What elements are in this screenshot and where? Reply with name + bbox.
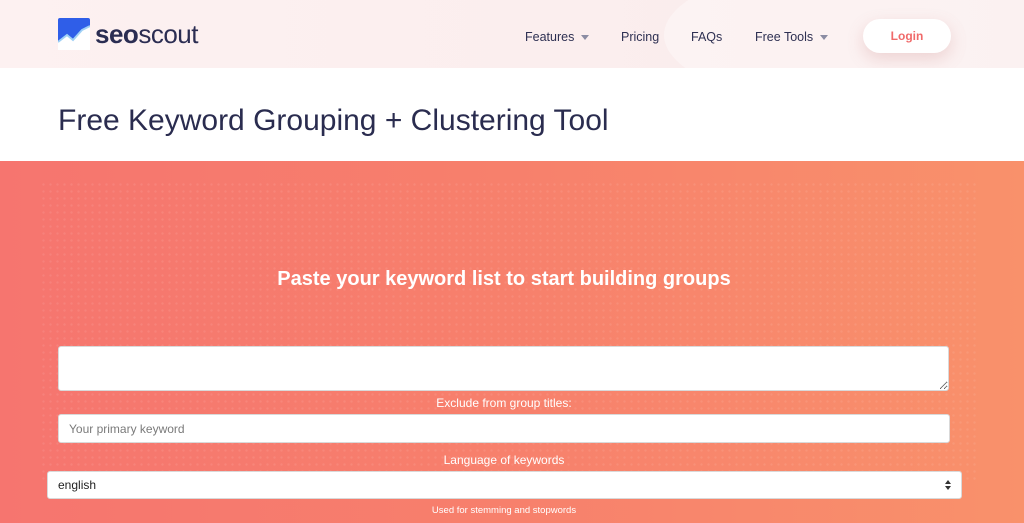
nav-features[interactable]: Features — [525, 30, 590, 44]
brand-name-light: scout — [138, 19, 198, 49]
language-selected-value: english — [58, 478, 97, 492]
hero-heading: Paste your keyword list to start buildin… — [277, 268, 731, 290]
site-header: seoscout Features Pricing FAQs Free Tool… — [0, 0, 1024, 68]
hero-section — [0, 161, 1024, 523]
select-arrows-icon — [945, 480, 951, 490]
language-help-text: Used for stemming and stopwords — [431, 505, 577, 516]
chevron-down-icon — [820, 34, 829, 40]
brand-wordmark: seoscout — [95, 18, 198, 50]
nav-pricing-label: Pricing — [621, 30, 660, 44]
nav-faqs[interactable]: FAQs — [691, 30, 722, 44]
logo-chart-icon — [58, 18, 90, 50]
login-button[interactable]: Login — [863, 19, 951, 53]
language-select[interactable]: english — [47, 471, 962, 499]
keyword-list-textarea[interactable] — [58, 346, 949, 391]
nav-free-tools-label: Free Tools — [755, 30, 814, 44]
brand-logo[interactable]: seoscout — [58, 18, 198, 50]
chevron-down-icon — [581, 34, 590, 40]
primary-keyword-input[interactable] — [58, 414, 950, 443]
nav-features-label: Features — [525, 30, 575, 44]
nav-faqs-label: FAQs — [691, 30, 723, 44]
brand-name-bold: seo — [95, 19, 139, 49]
language-label: Language of keywords — [443, 453, 565, 467]
page-title: Free Keyword Grouping + Clustering Tool — [58, 104, 609, 137]
exclude-label: Exclude from group titles: — [436, 396, 572, 410]
nav-free-tools[interactable]: Free Tools — [755, 30, 829, 44]
nav-pricing[interactable]: Pricing — [621, 30, 659, 44]
